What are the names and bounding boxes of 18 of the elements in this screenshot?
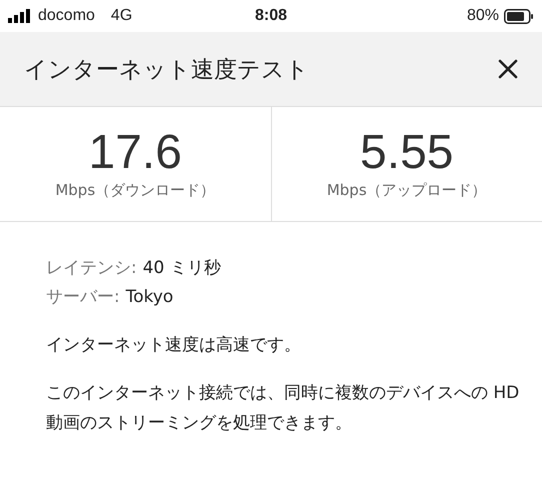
signal-icon <box>8 9 32 23</box>
speed-unit: Mbps（ダウンロード） <box>55 180 216 200</box>
clock-time: 8:08 <box>254 7 288 25</box>
battery-icon <box>504 8 534 24</box>
detail-label: サーバー: <box>46 286 120 309</box>
detail-value: Tokyo <box>126 286 174 309</box>
result-description: このインターネット接続では、同時に複数のデバイスへの HD 動画のストリーミングを処理できます。 <box>46 382 520 435</box>
carrier-name: docomo <box>38 7 95 25</box>
detail-value: 40 ミリ秒 <box>142 257 221 280</box>
close-icon[interactable] <box>498 59 518 79</box>
speed-value: 5.55 <box>360 128 454 176</box>
speed-unit: Mbps（アップロード） <box>326 180 487 200</box>
speed-value: 17.6 <box>88 128 182 176</box>
detail-label: レイテンシ: <box>46 257 137 280</box>
result-description: インターネット速度は高速です。 <box>46 334 302 357</box>
network-type: 4G <box>110 7 132 25</box>
page-title: インターネット速度テスト <box>24 56 310 84</box>
battery-percent: 80% <box>466 7 499 25</box>
